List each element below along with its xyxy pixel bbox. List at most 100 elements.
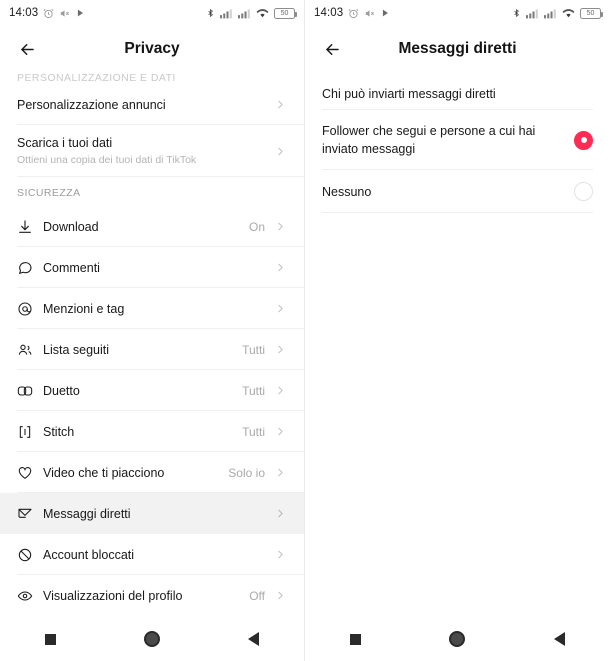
status-left-group: 14:03 <box>9 7 85 19</box>
block-icon <box>17 547 43 563</box>
option-follower-che-segui[interactable]: Follower che segui e persone a cui hai i… <box>305 110 610 171</box>
page-title: Privacy <box>124 40 180 57</box>
chevron-right-icon <box>274 384 287 397</box>
alarm-icon <box>43 8 54 19</box>
row-label: Download <box>43 219 99 234</box>
chevron-right-icon <box>274 589 287 602</box>
chevron-right-icon <box>274 466 287 479</box>
alarm-icon <box>348 8 359 19</box>
left-screen: 14:03 50 Privacy PERSONALIZZAZIONE E DAT… <box>0 0 305 661</box>
back-triangle-icon[interactable] <box>536 624 582 654</box>
status-right-group: 50 <box>206 7 297 19</box>
row-scarica-i-tuoi-dati[interactable]: Scarica i tuoi dati Ottieni una copia de… <box>0 125 304 177</box>
back-triangle-icon[interactable] <box>230 624 276 654</box>
dm-question-text: Chi può inviarti messaggi diretti <box>322 87 496 101</box>
signal-icon <box>220 8 233 19</box>
row-label: Stitch <box>43 424 75 439</box>
status-left-group: 14:03 <box>314 7 390 19</box>
right-header: Messaggi diretti <box>305 26 610 72</box>
right-nav-bar <box>305 617 610 661</box>
right-status-bar: 14:03 50 <box>305 0 610 26</box>
row-account-bloccati[interactable]: Account bloccati <box>0 534 304 575</box>
row-label: Personalizzazione annunci <box>17 97 166 112</box>
people-icon <box>17 342 43 358</box>
row-visualizzazioni-del-profilo[interactable]: Visualizzazioni del profilo Off <box>0 575 304 616</box>
row-video-che-ti-piacciono[interactable]: Video che ti piacciono Solo io <box>0 452 304 493</box>
status-time: 14:03 <box>9 7 39 19</box>
page-title: Messaggi diretti <box>398 40 517 57</box>
radio-selected-icon[interactable] <box>574 130 593 150</box>
row-value: Tutti <box>242 383 265 398</box>
battery-icon: 50 <box>274 7 297 19</box>
row-value: Solo io <box>228 465 265 480</box>
chevron-right-icon <box>274 261 287 274</box>
row-value: Off <box>249 588 265 603</box>
row-stitch[interactable]: Stitch Tutti <box>0 411 304 452</box>
left-header: Privacy <box>0 26 304 72</box>
status-right-group: 50 <box>512 7 603 19</box>
row-duetto[interactable]: Duetto Tutti <box>0 370 304 411</box>
row-label: Duetto <box>43 383 80 398</box>
row-value: Tutti <box>242 424 265 439</box>
row-label: Messaggi diretti <box>43 506 131 521</box>
row-commenti[interactable]: Commenti <box>0 247 304 288</box>
signal2-icon <box>238 8 251 19</box>
chevron-right-icon <box>274 425 287 438</box>
privacy-list: PERSONALIZZAZIONE E DATI Personalizzazio… <box>0 72 304 616</box>
chevron-right-icon <box>274 145 287 158</box>
back-arrow-icon[interactable] <box>319 36 345 62</box>
row-label: Video che ti piacciono <box>43 465 165 480</box>
row-label: Scarica i tuoi dati Ottieni una copia de… <box>17 125 274 177</box>
row-download[interactable]: Download On <box>0 206 304 247</box>
bluetooth-icon <box>512 7 521 19</box>
row-label: Menzioni e tag <box>43 301 125 316</box>
row-label: Lista seguiti <box>43 342 110 357</box>
left-status-bar: 14:03 50 <box>0 0 304 26</box>
row-menzioni-e-tag[interactable]: Menzioni e tag <box>0 288 304 329</box>
signal2-icon <box>544 8 557 19</box>
row-label-text: Scarica i tuoi dati <box>17 136 113 150</box>
battery-icon: 50 <box>580 7 603 19</box>
right-screen: 14:03 50 Messaggi diretti Chi può inviar… <box>305 0 610 661</box>
radio-unselected-icon[interactable] <box>574 182 593 202</box>
chevron-right-icon <box>274 548 287 561</box>
row-messaggi-diretti[interactable]: Messaggi diretti <box>0 493 304 534</box>
eye-icon <box>17 588 43 604</box>
dual-screenshot: 14:03 50 Privacy PERSONALIZZAZIONE E DAT… <box>0 0 610 661</box>
recents-square-icon[interactable] <box>28 624 74 654</box>
home-circle-icon[interactable] <box>129 624 175 654</box>
duet-icon <box>17 383 43 399</box>
row-value: Tutti <box>242 342 265 357</box>
comment-icon <box>17 260 43 276</box>
back-arrow-icon[interactable] <box>14 36 40 62</box>
bluetooth-icon <box>206 7 215 19</box>
dm-question-label: Chi può inviarti messaggi diretti <box>305 72 610 110</box>
section-sicurezza-label: SICUREZZA <box>17 187 81 199</box>
option-nessuno[interactable]: Nessuno <box>305 170 610 214</box>
row-personalizzazione-annunci[interactable]: Personalizzazione annunci <box>0 84 304 125</box>
option-label: Nessuno <box>322 184 372 199</box>
left-nav-bar <box>0 617 304 661</box>
download-icon <box>17 219 43 235</box>
play-icon <box>75 8 85 18</box>
home-circle-icon[interactable] <box>434 624 480 654</box>
row-label: Account bloccati <box>43 547 135 562</box>
heart-icon <box>17 465 43 481</box>
option-label: Follower che segui e persone a cui hai i… <box>322 124 536 157</box>
chevron-right-icon <box>274 98 287 111</box>
chevron-right-icon <box>274 507 287 520</box>
row-value: On <box>248 219 265 234</box>
chevron-right-icon <box>274 220 287 233</box>
wifi-icon <box>256 8 269 19</box>
row-lista-seguiti[interactable]: Lista seguiti Tutti <box>0 329 304 370</box>
signal-icon <box>526 8 539 19</box>
chevron-right-icon <box>274 343 287 356</box>
at-icon <box>17 301 43 317</box>
status-time: 14:03 <box>314 7 344 19</box>
play-icon <box>380 8 390 18</box>
recents-square-icon[interactable] <box>333 624 379 654</box>
message-icon <box>17 506 43 522</box>
row-label: Visualizzazioni del profilo <box>43 588 183 603</box>
row-label: Commenti <box>43 260 100 275</box>
chevron-right-icon <box>274 302 287 315</box>
